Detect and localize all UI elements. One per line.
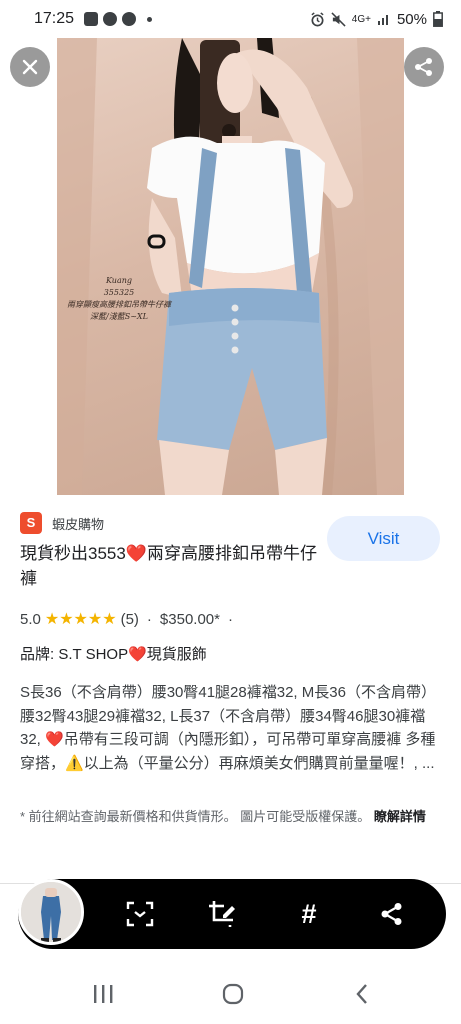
disclaimer: * 前往網站查詢最新價格和供貨情形。 圖片可能受版權保護。 瞭解詳情 <box>20 805 440 828</box>
battery-percent: 50% <box>396 10 427 28</box>
signal-icon <box>377 15 388 25</box>
visit-button[interactable]: Visit <box>327 516 440 561</box>
back-icon <box>356 984 367 1004</box>
system-icons: 4G+ 50% <box>310 11 443 28</box>
price: $350.00* <box>159 610 220 628</box>
source-row[interactable]: S 蝦皮購物 <box>20 512 104 534</box>
status-bar: 17:25 4G+ 50% <box>0 0 461 38</box>
network-type: 4G+ <box>351 13 371 25</box>
shopee-logo-icon: S <box>20 512 42 534</box>
caption-code: 355325 <box>103 288 135 297</box>
thumbnail-image <box>21 882 81 942</box>
share-tool-button[interactable] <box>373 895 411 933</box>
rating-row: 5.0 ★★★★★ (5) · $350.00* · <box>20 609 233 629</box>
brand: 品牌: S.T SHOP❤️現貨服飾 <box>20 646 207 663</box>
euro-notification-icon <box>122 12 137 26</box>
caption-product: 兩穿顯瘦高腰排釦吊帶牛仔褲 <box>67 300 171 309</box>
alarm-icon <box>311 11 324 26</box>
home-icon <box>222 983 244 1005</box>
separator: · <box>146 610 152 628</box>
share-icon <box>415 58 432 76</box>
home-button[interactable] <box>218 980 248 1008</box>
navigation-bar <box>0 964 461 1024</box>
image-preview: Kuang 355325 兩穿顯瘦高腰排釦吊帶牛仔褲 深藍/淺藍S~XL <box>0 38 461 495</box>
hashtag-icon: # <box>301 898 317 929</box>
source-name: 蝦皮購物 <box>52 516 105 532</box>
lens-toolbar: # <box>18 879 446 949</box>
scan-text-icon <box>126 901 154 927</box>
rating-stars-icon: ★★★★★ <box>44 611 117 628</box>
battery-icon <box>433 11 443 27</box>
share-icon <box>381 903 402 925</box>
review-count: (5) <box>120 610 139 628</box>
product-photo[interactable]: Kuang 355325 兩穿顯瘦高腰排釦吊帶牛仔褲 深藍/淺藍S~XL <box>57 38 404 495</box>
crop-edit-icon <box>209 901 235 927</box>
close-icon <box>22 59 38 75</box>
caption-brand: Kuang <box>106 276 132 285</box>
price-separator: · <box>227 610 233 628</box>
rating-value: 5.0 <box>20 610 41 628</box>
notification-icons <box>84 12 153 26</box>
more-notifications-icon <box>147 16 153 22</box>
hashtag-button[interactable]: # <box>290 895 328 933</box>
back-button[interactable] <box>347 980 377 1008</box>
learn-more-link[interactable]: 瞭解詳情 <box>374 809 426 824</box>
close-button[interactable] <box>10 47 50 87</box>
app-notification-icon <box>103 12 118 26</box>
share-button[interactable] <box>404 47 444 87</box>
gallery-notification-icon <box>84 12 99 26</box>
product-description: S長36（不含肩帶）腰30臀41腿28褲襠32, M長36（不含肩帶）腰32臀4… <box>20 684 436 772</box>
status-time: 17:25 <box>34 10 75 27</box>
crop-edit-button[interactable] <box>203 895 241 933</box>
search-image-thumbnail[interactable] <box>18 879 84 945</box>
disclaimer-text: * 前往網站查詢最新價格和供貨情形。 圖片可能受版權保護。 <box>20 809 371 824</box>
photo-caption: Kuang 355325 兩穿顯瘦高腰排釦吊帶牛仔褲 深藍/淺藍S~XL <box>64 275 174 323</box>
scan-text-button[interactable] <box>121 895 159 933</box>
recents-icon <box>94 985 113 1003</box>
mute-icon <box>331 11 346 27</box>
product-title[interactable]: 現貨秒出3553❤️兩穿高腰排釦吊帶牛仔褲 <box>20 541 320 591</box>
product-photo-illustration <box>57 38 404 495</box>
caption-colors: 深藍/淺藍S~XL <box>90 312 148 321</box>
recents-button[interactable] <box>88 980 118 1008</box>
